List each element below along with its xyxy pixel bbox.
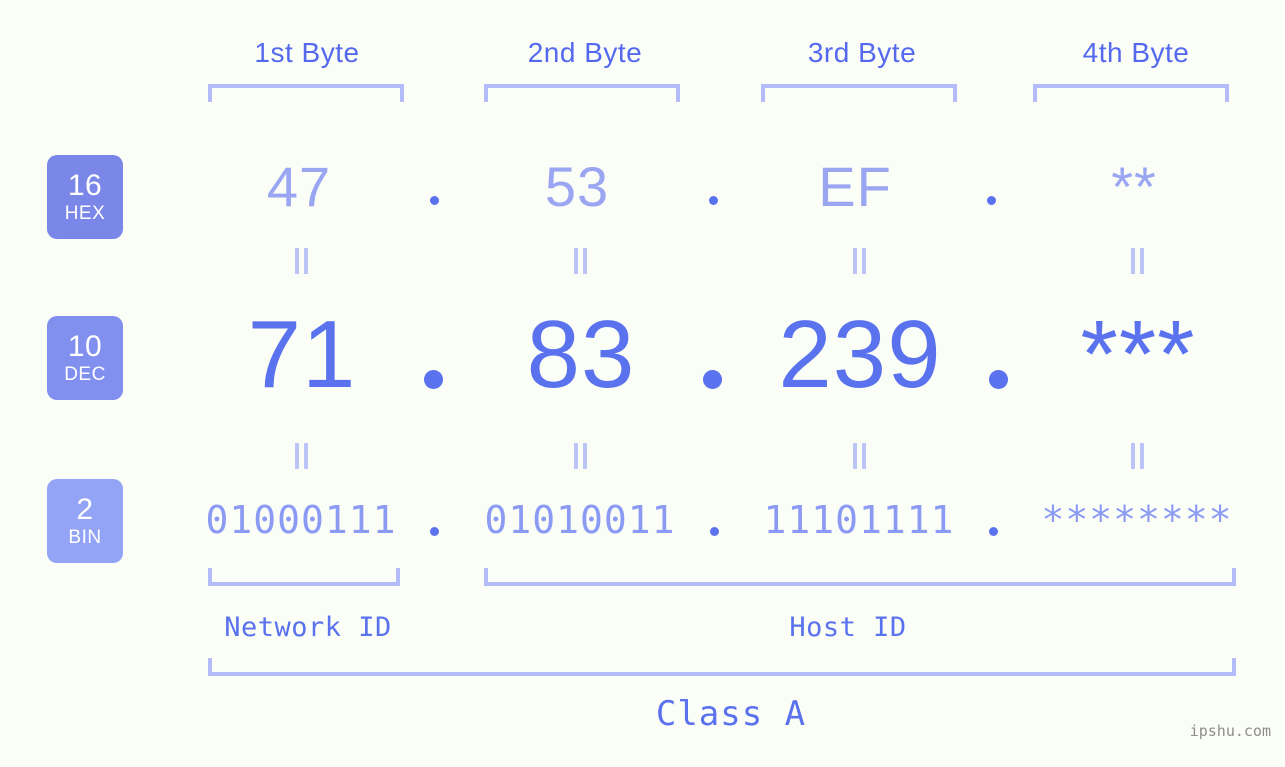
hex-separator-dot-2: [709, 196, 718, 205]
dec-separator-dot-3: [989, 370, 1008, 389]
hex-value-byte-3: EF: [818, 155, 892, 218]
byte-header-3: 3rd Byte: [807, 37, 917, 68]
byte-header-4: 4th Byte: [1082, 37, 1190, 68]
radix-badge-bin-number: 2: [76, 493, 94, 526]
radix-badge-bin-abbr: BIN: [68, 527, 102, 548]
radix-badge-dec: 10 DEC: [47, 316, 123, 400]
bin-value-byte-1: 01000111: [205, 498, 397, 542]
byte-bracket-3: [761, 84, 957, 102]
byte-header-1: 1st Byte: [254, 37, 360, 68]
dec-value-byte-4: ***: [1080, 301, 1196, 408]
host-id-bracket: [484, 568, 1236, 586]
bin-separator-dot-1: [430, 527, 439, 536]
host-id-label: Host ID: [789, 612, 907, 643]
ip-address-breakdown-diagram: 1st Byte 2nd Byte 3rd Byte 4th Byte 16 H…: [0, 0, 1285, 767]
equals-marker-dec-bin-4: [1128, 443, 1146, 469]
equals-marker-hex-dec-1: [292, 248, 310, 274]
class-label: Class A: [655, 694, 807, 734]
radix-badge-bin: 2 BIN: [47, 479, 123, 563]
equals-marker-dec-bin-2: [571, 443, 589, 469]
hex-value-byte-4: **: [1111, 155, 1157, 218]
dec-value-byte-1: 71: [247, 301, 357, 408]
equals-marker-dec-bin-1: [292, 443, 310, 469]
bin-value-byte-2: 01010011: [484, 498, 676, 542]
hex-value-byte-1: 47: [266, 155, 332, 218]
radix-badge-hex-abbr: HEX: [64, 203, 106, 224]
byte-bracket-1: [208, 84, 404, 102]
bin-value-byte-3: 11101111: [763, 498, 955, 542]
equals-marker-dec-bin-3: [850, 443, 868, 469]
radix-badge-dec-abbr: DEC: [64, 364, 106, 385]
class-bracket: [208, 658, 1236, 676]
dec-separator-dot-1: [424, 370, 443, 389]
radix-badge-hex: 16 HEX: [47, 155, 123, 239]
byte-bracket-2: [484, 84, 680, 102]
network-id-label: Network ID: [224, 612, 392, 643]
byte-header-2: 2nd Byte: [527, 37, 643, 68]
bin-separator-dot-2: [710, 527, 719, 536]
equals-marker-hex-dec-2: [571, 248, 589, 274]
bin-value-byte-4: ********: [1041, 498, 1233, 542]
byte-bracket-4: [1033, 84, 1229, 102]
hex-value-byte-2: 53: [544, 155, 610, 218]
network-id-bracket: [208, 568, 400, 586]
site-watermark: ipshu.com: [1189, 722, 1271, 740]
equals-marker-hex-dec-3: [850, 248, 868, 274]
dec-value-byte-3: 239: [778, 301, 942, 408]
hex-separator-dot-3: [987, 196, 996, 205]
radix-badge-hex-number: 16: [67, 169, 103, 202]
radix-badge-dec-number: 10: [67, 330, 103, 363]
equals-marker-hex-dec-4: [1128, 248, 1146, 274]
bin-separator-dot-3: [989, 527, 998, 536]
dec-separator-dot-2: [703, 370, 722, 389]
dec-value-byte-2: 83: [526, 301, 636, 408]
hex-separator-dot-1: [430, 196, 439, 205]
